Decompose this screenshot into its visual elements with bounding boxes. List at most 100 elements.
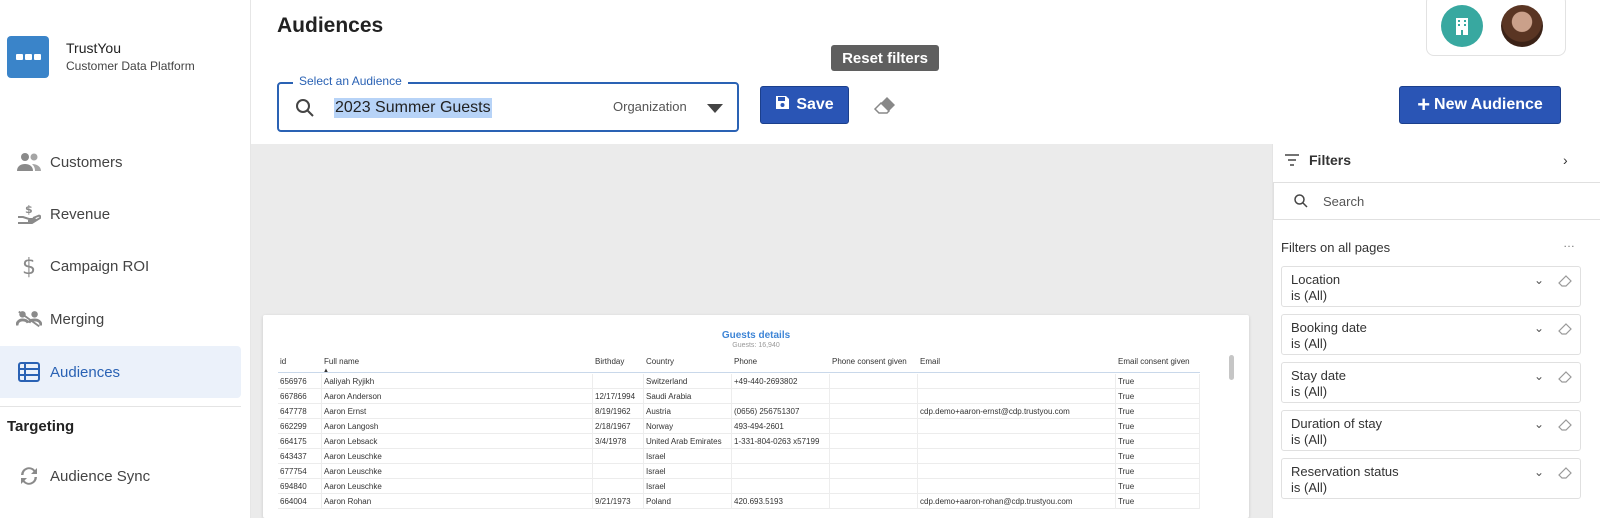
table-row[interactable]: 664175 Aaron Lebsack 3/4/1978 United Arab E… [278, 434, 1200, 449]
new-audience-button[interactable]: + New Audience [1399, 86, 1561, 124]
cell-email-consent: True [1116, 389, 1200, 404]
cell-full-name: Aaron Leuschke [322, 464, 593, 479]
cell-id: 643437 [278, 449, 322, 464]
cell-id: 656976 [278, 374, 322, 389]
cell-email [918, 419, 1116, 434]
cell-email [918, 479, 1116, 494]
targeting-section-title: Targeting [7, 418, 75, 435]
table-row[interactable]: 694840 Aaron Leuschke Israel True [278, 479, 1200, 494]
sidebar-item-label: Revenue [50, 205, 111, 223]
column-header-id[interactable]: id [278, 355, 322, 373]
eraser-icon[interactable] [873, 95, 897, 115]
sidebar-item-audiences[interactable]: Audiences [0, 346, 241, 398]
cell-email [918, 434, 1116, 449]
column-header-email-consent[interactable]: Email consent given [1116, 355, 1200, 373]
eraser-icon[interactable] [1558, 322, 1572, 335]
brand[interactable]: TrustYou Customer Data Platform [7, 36, 195, 78]
cell-phone: 493-494-2601 [732, 419, 830, 434]
save-button[interactable]: Save [760, 86, 849, 124]
eraser-icon[interactable] [1558, 466, 1572, 479]
cell-country: Austria [644, 404, 732, 419]
cell-email [918, 389, 1116, 404]
sidebar-item-campaign-roi[interactable]: $ Campaign ROI [0, 240, 241, 292]
filter-card[interactable]: Location is (All) ⌄ [1281, 266, 1581, 307]
sidebar-item-merging[interactable]: Merging [0, 293, 241, 345]
eraser-icon[interactable] [1558, 370, 1572, 383]
filter-card[interactable]: Reservation status is (All) ⌄ [1281, 458, 1581, 499]
table-row[interactable]: 677754 Aaron Leuschke Israel True [278, 464, 1200, 479]
cell-id: 664175 [278, 434, 322, 449]
cell-birthday [593, 479, 644, 494]
sidebar-item-audience-sync[interactable]: Audience Sync [0, 450, 241, 502]
cell-id: 662299 [278, 419, 322, 434]
chevron-down-icon[interactable]: ⌄ [1534, 273, 1544, 287]
cell-full-name: Aaron Leuschke [322, 449, 593, 464]
sidebar-divider [0, 406, 241, 407]
filter-card[interactable]: Booking date is (All) ⌄ [1281, 314, 1581, 355]
more-options-icon[interactable]: … [1563, 236, 1575, 250]
cell-birthday: 8/19/1962 [593, 404, 644, 419]
cell-email [918, 449, 1116, 464]
filter-name: Booking date [1291, 320, 1367, 335]
page-title: Audiences [277, 14, 384, 37]
cell-email: cdp.demo+aaron-ernst@cdp.trustyou.com [918, 404, 1116, 419]
audience-select-label: Select an Audience [293, 74, 408, 88]
cell-full-name: Aaron Ernst [322, 404, 593, 419]
search-icon [295, 98, 315, 118]
filter-card[interactable]: Duration of stay is (All) ⌄ [1281, 410, 1581, 451]
caret-down-icon[interactable] [707, 104, 723, 113]
column-header-email[interactable]: Email [918, 355, 1116, 373]
filter-value: is (All) [1291, 288, 1328, 303]
cell-birthday [593, 374, 644, 389]
brand-name: TrustYou [66, 40, 121, 56]
table-row[interactable]: 667866 Aaron Anderson 12/17/1994 Saudi Arab… [278, 389, 1200, 404]
chevron-down-icon[interactable]: ⌄ [1534, 321, 1544, 335]
column-header-full-name[interactable]: Full name [322, 355, 593, 373]
building-icon [1456, 18, 1468, 35]
table-scrollbar[interactable] [1229, 355, 1234, 380]
filters-search-input[interactable]: Search [1273, 182, 1600, 220]
table-row[interactable]: 664004 Aaron Rohan 9/21/1973 Poland 420.693.… [278, 494, 1200, 509]
filter-lines-icon [1285, 154, 1299, 166]
table-list-icon [16, 359, 42, 385]
sidebar-item-label: Customers [50, 153, 123, 171]
building-avatar[interactable] [1441, 5, 1483, 47]
column-header-phone-consent[interactable]: Phone consent given [830, 355, 918, 373]
column-header-country[interactable]: Country [644, 355, 732, 373]
cell-birthday: 12/17/1994 [593, 389, 644, 404]
chevron-down-icon[interactable]: ⌄ [1534, 417, 1544, 431]
sidebar-item-revenue[interactable]: $ Revenue [0, 188, 241, 240]
audience-select[interactable]: Select an Audience 2023 Summer Guests Or… [277, 74, 739, 132]
table-row[interactable]: 647778 Aaron Ernst 8/19/1962 Austria (0656) … [278, 404, 1200, 419]
cell-email-consent: True [1116, 374, 1200, 389]
cell-email [918, 374, 1116, 389]
column-header-phone[interactable]: Phone [732, 355, 830, 373]
filters-section-title: Filters on all pages [1281, 240, 1391, 255]
chevron-down-icon[interactable]: ⌄ [1534, 369, 1544, 383]
cell-email-consent: True [1116, 449, 1200, 464]
cell-birthday [593, 449, 644, 464]
cell-phone-consent [830, 479, 918, 494]
cell-phone-consent [830, 419, 918, 434]
filter-card[interactable]: Stay date is (All) ⌄ [1281, 362, 1581, 403]
column-header-birthday[interactable]: Birthday [593, 355, 644, 373]
svg-text:$: $ [22, 255, 36, 278]
cell-full-name: Aaron Rohan [322, 494, 593, 509]
cell-phone-consent [830, 434, 918, 449]
chevron-right-icon[interactable]: › [1563, 152, 1568, 168]
brand-subtitle: Customer Data Platform [66, 59, 195, 73]
sidebar: TrustYou Customer Data Platform Customer… [0, 0, 251, 518]
chevron-down-icon[interactable]: ⌄ [1534, 465, 1544, 479]
eraser-icon[interactable] [1558, 418, 1572, 431]
cell-country: Israel [644, 479, 732, 494]
avatar[interactable] [1501, 5, 1543, 47]
table-row[interactable]: 643437 Aaron Leuschke Israel True [278, 449, 1200, 464]
table-row[interactable]: 662299 Aaron Langosh 2/18/1967 Norway 493-49… [278, 419, 1200, 434]
filters-search-placeholder: Search [1323, 194, 1365, 209]
audience-select-value[interactable]: 2023 Summer Guests [334, 98, 492, 118]
audience-scope: Organization [613, 99, 687, 114]
sidebar-item-customers[interactable]: Customers [0, 136, 241, 188]
eraser-icon[interactable] [1558, 274, 1572, 287]
table-row[interactable]: 656976 Aaliyah Ryjikh Switzerland +49-440-2… [278, 374, 1200, 389]
filter-value: is (All) [1291, 384, 1328, 399]
